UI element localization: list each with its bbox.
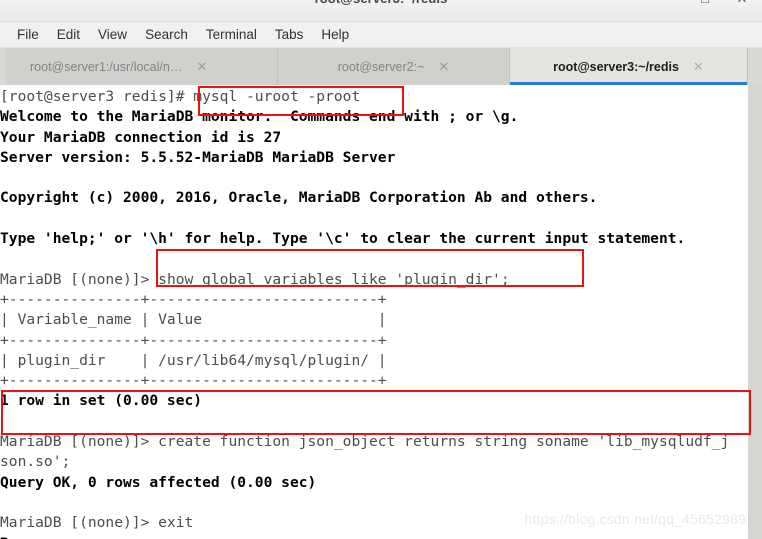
shell-prompt: MariaDB [(none)]>	[0, 270, 159, 288]
terminal-line	[0, 209, 748, 229]
terminal-line-text: 1 row in set (0.00 sec)	[0, 392, 203, 410]
terminal-line: Query OK, 0 rows affected (0.00 sec)	[0, 473, 748, 493]
menu-item-file[interactable]: File	[8, 25, 48, 44]
terminal-line	[0, 249, 748, 269]
terminal-line: Server version: 5.5.52-MariaDB MariaDB S…	[0, 148, 748, 168]
shell-command: mysql -uroot -proot	[193, 88, 361, 105]
terminal-line-text	[0, 169, 9, 186]
terminal-output-area[interactable]: [root@server3 redis]# mysql -uroot -proo…	[0, 85, 762, 539]
terminal-line: MariaDB [(none)]> exit	[0, 513, 748, 533]
terminal-line: MariaDB [(none)]> create function json_o…	[0, 432, 748, 452]
terminal-line: | plugin_dir | /usr/lib64/mysql/plugin/ …	[0, 351, 748, 371]
terminal-scrollbar[interactable]	[748, 85, 762, 539]
tab-server3[interactable]: root@server3:~/redis ✕	[510, 48, 748, 85]
terminal-line: Welcome to the MariaDB monitor. Commands…	[0, 107, 748, 127]
terminal-line-text: Your MariaDB connection id is 27	[0, 128, 282, 146]
terminal-line-text	[0, 250, 9, 267]
shell-prompt: [root@server3 redis]#	[0, 88, 194, 105]
tab-server1-label: root@server1:/usr/local/n…	[30, 59, 183, 74]
shell-command: show global variables like 'plugin_dir';	[158, 270, 510, 288]
menu-item-help[interactable]: Help	[312, 25, 358, 44]
terminal-line: Bye	[0, 534, 748, 539]
menu-item-tabs[interactable]: Tabs	[266, 25, 313, 44]
terminal-line-text	[0, 413, 9, 430]
terminal-window: root@server3:~/redis – □ ✕ File Edit Vie…	[0, 0, 762, 539]
terminal-line-text: Server version: 5.5.52-MariaDB MariaDB S…	[0, 148, 396, 166]
terminal-line: | Variable_name | Value |	[0, 310, 748, 330]
terminal-line: +---------------+-----------------------…	[0, 371, 748, 391]
shell-prompt: MariaDB [(none)]>	[0, 433, 159, 451]
terminal-line: MariaDB [(none)]> show global variables …	[0, 270, 748, 290]
terminal-line: [root@server3 redis]# mysql -uroot -proo…	[0, 87, 748, 107]
tab-server3-label: root@server3:~/redis	[553, 59, 679, 74]
menu-item-terminal[interactable]: Terminal	[197, 25, 266, 44]
terminal-line: son.so';	[0, 452, 748, 472]
terminal-line-text: +---------------+-----------------------…	[0, 372, 387, 390]
terminal-line	[0, 168, 748, 188]
title-bar: root@server3:~/redis – □ ✕	[0, 0, 762, 22]
tab-server2[interactable]: root@server2:~ ✕	[278, 48, 510, 85]
menu-item-edit[interactable]: Edit	[48, 25, 89, 44]
terminal-line-text	[0, 210, 9, 227]
terminal-line-text: | plugin_dir | /usr/lib64/mysql/plugin/ …	[0, 351, 387, 369]
terminal-line-text: +---------------+-----------------------…	[0, 290, 387, 308]
tab-server2-label: root@server2:~	[337, 59, 425, 74]
terminal-line-text: Bye	[0, 535, 26, 539]
close-icon[interactable]: ✕	[734, 0, 750, 7]
terminal-line: Type 'help;' or '\h' for help. Type '\c'…	[0, 229, 748, 249]
tab-server1[interactable]: root@server1:/usr/local/n… ✕	[6, 48, 278, 85]
terminal-line-text: son.so';	[0, 453, 71, 471]
shell-prompt: MariaDB [(none)]>	[0, 514, 159, 532]
minimize-icon[interactable]: –	[660, 0, 676, 7]
menu-bar: File Edit View Search Terminal Tabs Help	[0, 22, 762, 48]
terminal-line-text: Copyright (c) 2000, 2016, Oracle, MariaD…	[0, 189, 598, 207]
terminal-line: +---------------+-----------------------…	[0, 331, 748, 351]
tab-server3-close-icon[interactable]: ✕	[693, 60, 704, 73]
terminal-line-text: | Variable_name | Value |	[0, 311, 387, 329]
tab-server1-close-icon[interactable]: ✕	[196, 60, 207, 73]
terminal-line-text: Type 'help;' or '\h' for help. Type '\c'…	[0, 230, 686, 248]
tab-bar: root@server1:/usr/local/n… ✕ root@server…	[0, 48, 762, 85]
menu-item-view[interactable]: View	[89, 25, 136, 44]
terminal-line: 1 row in set (0.00 sec)	[0, 391, 748, 411]
terminal-text: [root@server3 redis]# mysql -uroot -proo…	[0, 87, 748, 539]
shell-command: exit	[158, 514, 194, 532]
menu-item-search[interactable]: Search	[136, 25, 197, 44]
window-title: root@server3:~/redis	[0, 0, 762, 6]
terminal-line: Your MariaDB connection id is 27	[0, 128, 748, 148]
terminal-line	[0, 493, 748, 513]
terminal-line-text: Welcome to the MariaDB monitor. Commands…	[0, 108, 519, 126]
terminal-line-text: Query OK, 0 rows affected (0.00 sec)	[0, 473, 317, 491]
shell-command: create function json_object returns stri…	[158, 433, 730, 451]
maximize-icon[interactable]: □	[697, 0, 713, 7]
tab-server2-close-icon[interactable]: ✕	[438, 60, 449, 73]
terminal-line-text	[0, 494, 9, 511]
terminal-line: +---------------+-----------------------…	[0, 290, 748, 310]
terminal-line-text: +---------------+-----------------------…	[0, 331, 387, 349]
terminal-line	[0, 412, 748, 432]
terminal-line: Copyright (c) 2000, 2016, Oracle, MariaD…	[0, 188, 748, 208]
